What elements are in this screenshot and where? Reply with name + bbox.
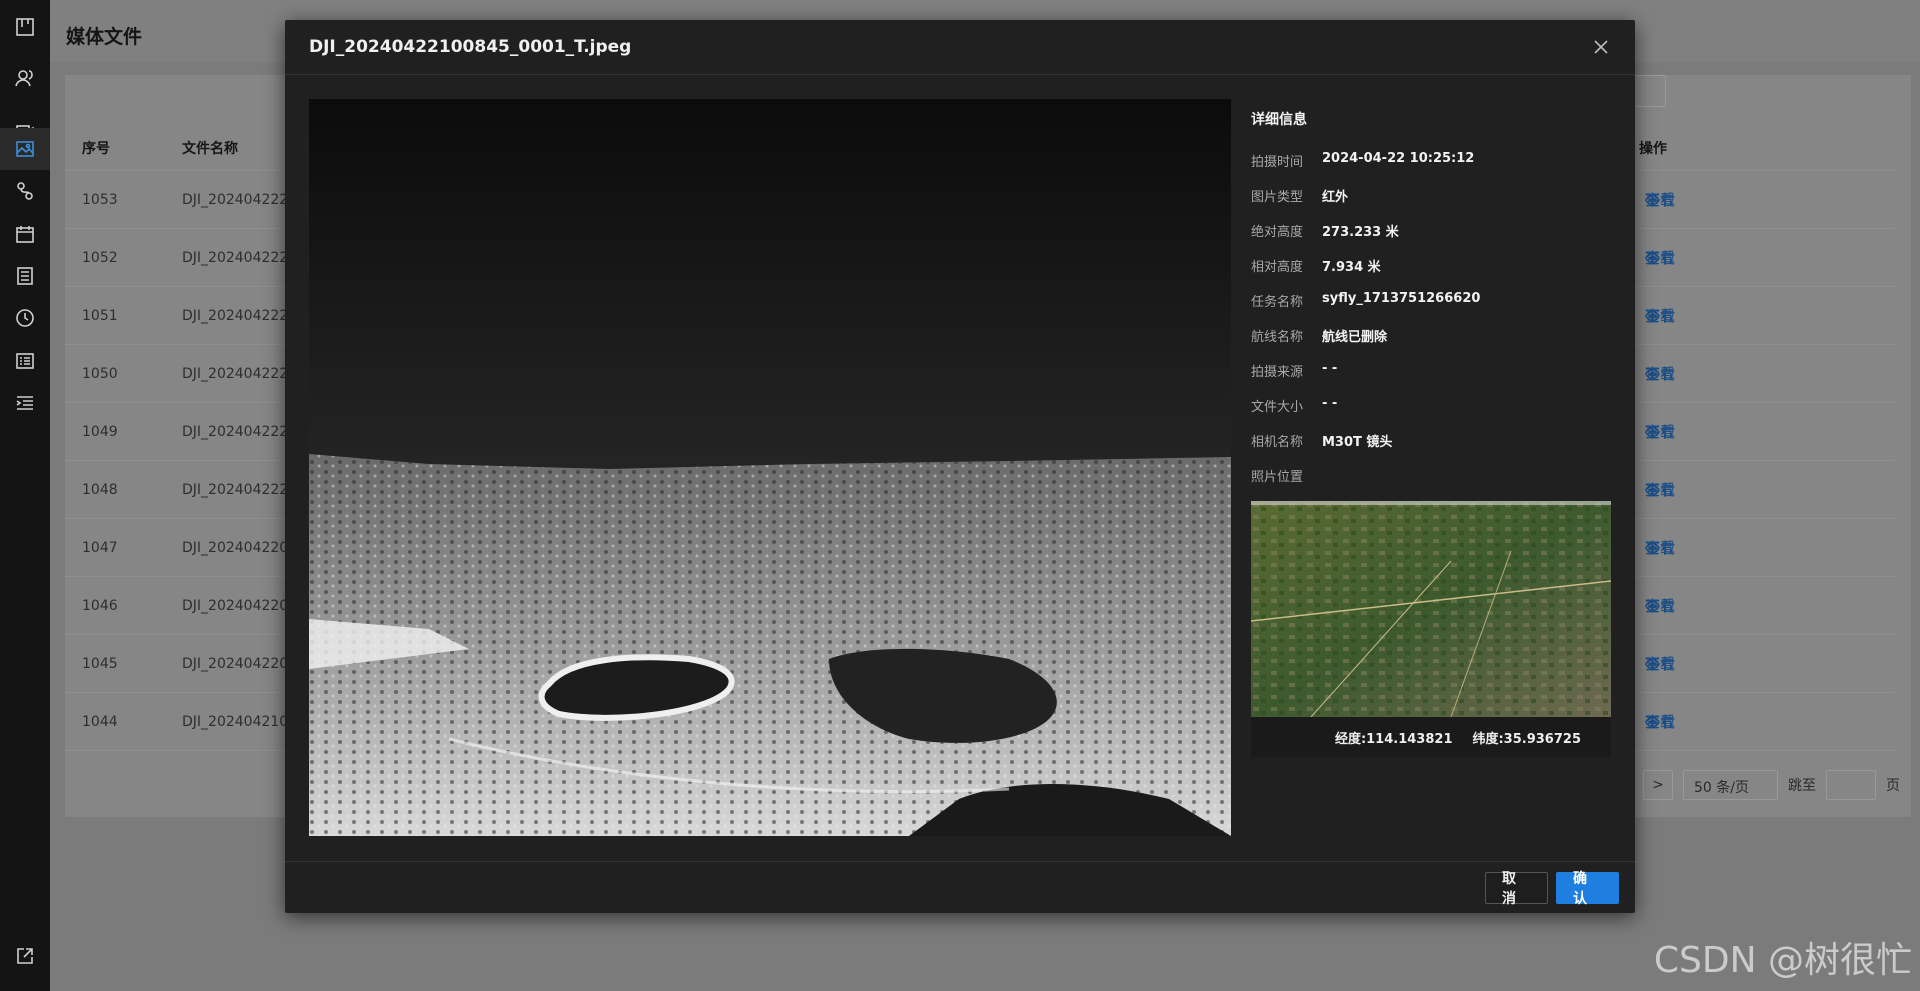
watermark: CSDN @树很忙	[1653, 940, 1912, 981]
view-button[interactable]: 查看	[1645, 191, 1675, 209]
view-button[interactable]: 查看	[1645, 307, 1675, 325]
info-value: - -	[1322, 396, 1338, 411]
row-index: 1045	[82, 655, 118, 672]
coordinates-bar: 经度:114.143821 纬度:35.936725	[1251, 717, 1611, 757]
board-icon[interactable]	[0, 2, 50, 52]
modal-footer: 取 消 确 认	[285, 861, 1635, 913]
row-index: 1053	[82, 191, 118, 208]
view-label: 查看	[1645, 713, 1676, 731]
info-row: 照片位置	[1251, 466, 1613, 501]
view-label: 查看	[1645, 655, 1676, 673]
view-button[interactable]: 查看	[1645, 597, 1675, 615]
info-label: 任务名称	[1251, 295, 1304, 310]
view-button[interactable]: 查看	[1645, 365, 1675, 383]
row-file-name: DJI_2024042206	[182, 597, 298, 614]
jump-input[interactable]	[1826, 770, 1876, 800]
info-label: 相对高度	[1251, 260, 1304, 275]
info-row: 任务名称 syfly_1713751266620	[1251, 291, 1613, 326]
row-index: 1049	[82, 423, 118, 440]
longitude-text: 经度:114.143821	[1334, 731, 1453, 747]
view-label: 查看	[1645, 423, 1676, 441]
cancel-button[interactable]: 取 消	[1485, 871, 1548, 907]
page-suffix: 页	[1886, 778, 1900, 794]
column-ops: 操作	[1639, 140, 1667, 157]
column-name: 文件名称	[182, 140, 238, 157]
info-title: 详细信息	[1251, 112, 1307, 128]
next-page-button[interactable]: >	[1643, 770, 1673, 800]
indent-icon[interactable]	[0, 378, 50, 428]
pagination: > 50 条/页 跳至 页	[1643, 770, 1900, 800]
row-file-name: DJI_2024042206	[182, 539, 298, 556]
info-row: 图片类型 红外	[1251, 186, 1613, 221]
view-label: 查看	[1645, 365, 1676, 383]
info-label: 航线名称	[1251, 330, 1304, 345]
info-label: 相机名称	[1251, 435, 1304, 450]
row-index: 1046	[82, 597, 118, 614]
row-index: 1048	[82, 481, 118, 498]
view-label: 查看	[1645, 307, 1676, 325]
photo-location-map[interactable]	[1251, 501, 1611, 717]
confirm-button[interactable]: 确 认	[1556, 871, 1619, 907]
info-label: 拍摄来源	[1251, 365, 1304, 380]
modal-header: DJI_20240422100845_0001_T.jpeg	[285, 20, 1635, 75]
image-detail-modal: DJI_20240422100845_0001_T.jpeg 详细信息 拍摄时间…	[285, 20, 1635, 913]
view-button[interactable]: 查看	[1645, 655, 1675, 673]
view-label: 查看	[1645, 539, 1676, 557]
latitude-text: 纬度:35.936725	[1472, 731, 1581, 747]
info-value: 2024-04-22 10:25:12	[1322, 151, 1475, 166]
info-row: 航线名称 航线已删除	[1251, 326, 1613, 361]
view-button[interactable]: 查看	[1645, 539, 1675, 557]
info-row: 相机名称 M30T 镜头	[1251, 431, 1613, 466]
info-value: syfly_1713751266620	[1322, 291, 1481, 306]
row-index: 1052	[82, 249, 118, 266]
info-value: 273.233 米	[1322, 225, 1399, 240]
view-label: 查看	[1645, 191, 1676, 209]
info-row: 绝对高度 273.233 米	[1251, 221, 1613, 256]
row-index: 1051	[82, 307, 118, 324]
info-row: 拍摄时间 2024-04-22 10:25:12	[1251, 151, 1613, 186]
external-link-icon[interactable]	[15, 946, 35, 970]
view-label: 查看	[1645, 481, 1676, 499]
info-value: 航线已删除	[1322, 330, 1388, 345]
info-row: 文件大小 - -	[1251, 396, 1613, 431]
view-label: 查看	[1645, 597, 1676, 615]
info-value: 红外	[1322, 190, 1349, 205]
modal-title: DJI_20240422100845_0001_T.jpeg	[309, 37, 632, 57]
info-label: 照片位置	[1251, 470, 1304, 485]
page-size-select[interactable]: 50 条/页	[1683, 770, 1778, 800]
row-index: 1047	[82, 539, 118, 556]
info-row: 拍摄来源 - -	[1251, 361, 1613, 396]
row-index: 1050	[82, 365, 118, 382]
info-label: 拍摄时间	[1251, 155, 1304, 170]
info-value: M30T 镜头	[1322, 435, 1393, 450]
jump-label: 跳至	[1788, 778, 1816, 794]
sidebar	[0, 0, 50, 991]
view-button[interactable]: 查看	[1645, 481, 1675, 499]
close-icon[interactable]	[1591, 37, 1611, 57]
detail-info-panel: 详细信息 拍摄时间 2024-04-22 10:25:12 图片类型 红外绝对高度 27…	[1251, 99, 1613, 757]
row-index: 1044	[82, 713, 118, 730]
info-label: 绝对高度	[1251, 225, 1304, 240]
image-icon[interactable]	[0, 128, 50, 170]
row-file-name: DJI_2024042109	[182, 713, 298, 730]
thermal-photo	[309, 99, 1231, 836]
view-button[interactable]: 查看	[1645, 423, 1675, 441]
info-value: - -	[1322, 361, 1338, 376]
row-file-name: DJI_2024042206	[182, 655, 298, 672]
view-label: 查看	[1645, 249, 1676, 267]
users-icon[interactable]	[0, 53, 50, 103]
info-value: 7.934 米	[1322, 260, 1381, 275]
view-button[interactable]: 查看	[1645, 713, 1675, 731]
info-row: 相对高度 7.934 米	[1251, 256, 1613, 291]
column-index: 序号	[82, 140, 110, 157]
info-label: 文件大小	[1251, 400, 1304, 415]
view-button[interactable]: 查看	[1645, 249, 1675, 267]
info-label: 图片类型	[1251, 190, 1304, 205]
